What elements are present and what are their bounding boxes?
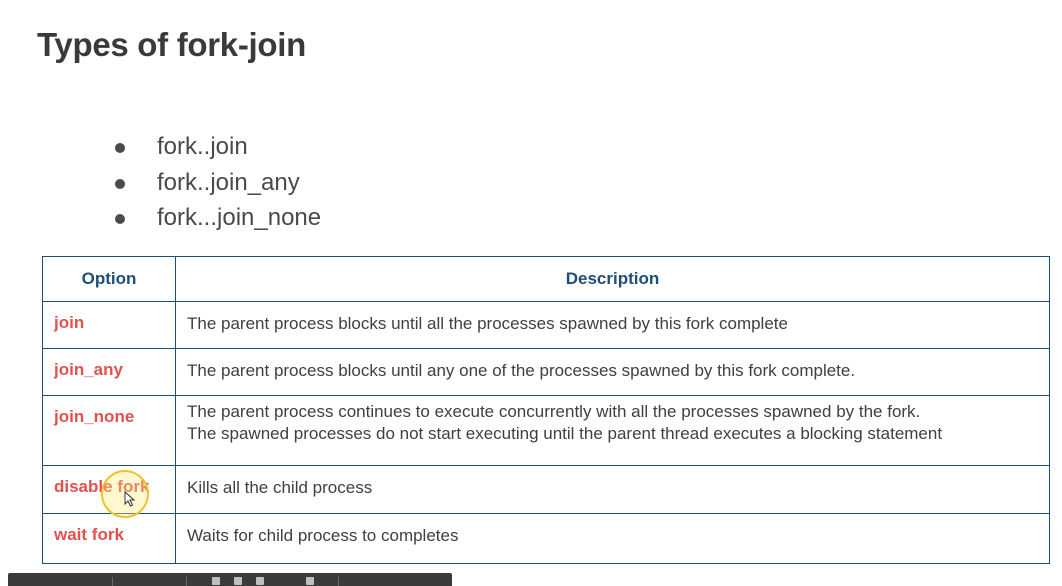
bullet-dot-icon bbox=[115, 214, 125, 224]
toolbar-icon[interactable] bbox=[234, 577, 242, 585]
description-line: The parent process blocks until all the … bbox=[187, 314, 788, 333]
description-cell: The parent process continues to execute … bbox=[175, 395, 1050, 466]
toolbar-icon[interactable] bbox=[212, 577, 220, 585]
toolbar-icon[interactable] bbox=[306, 577, 314, 585]
description-cell: The parent process blocks until any one … bbox=[175, 348, 1050, 396]
option-cell: join_none bbox=[42, 395, 176, 466]
table-row: join_any The parent process blocks until… bbox=[42, 348, 1050, 396]
table-header-row: Option Description bbox=[42, 256, 1050, 302]
table-row: join The parent process blocks until all… bbox=[42, 301, 1050, 349]
bullet-item: fork..join bbox=[110, 129, 321, 165]
option-cell: wait fork bbox=[42, 513, 176, 564]
description-line: Waits for child process to completes bbox=[187, 526, 459, 545]
table-row: wait fork Waits for child process to com… bbox=[42, 513, 1050, 564]
description-cell: The parent process blocks until all the … bbox=[175, 301, 1050, 349]
description-line: The parent process continues to execute … bbox=[187, 402, 921, 421]
bullet-item: fork..join_any bbox=[110, 165, 321, 201]
player-toolbar[interactable] bbox=[8, 573, 452, 586]
description-column-header: Description bbox=[175, 256, 1050, 302]
bullet-item: fork...join_none bbox=[110, 200, 321, 236]
table-row: join_none The parent process continues t… bbox=[42, 395, 1050, 466]
mouse-pointer-icon bbox=[124, 491, 136, 507]
option-cell: join_any bbox=[42, 348, 176, 396]
fork-join-options-table: Option Description join The parent proce… bbox=[42, 256, 1050, 564]
toolbar-separator bbox=[112, 577, 113, 586]
slide-title: Types of fork-join bbox=[37, 26, 306, 63]
toolbar-separator bbox=[338, 577, 339, 586]
description-line: The parent process blocks until any one … bbox=[187, 361, 856, 380]
bullet-list: fork..join fork..join_any fork...join_no… bbox=[110, 129, 321, 236]
table-row: disable fork Kills all the child process bbox=[42, 465, 1050, 514]
description-line: Kills all the child process bbox=[187, 478, 373, 497]
option-cell: join bbox=[42, 301, 176, 349]
description-cell: Kills all the child process bbox=[175, 465, 1050, 514]
bullet-dot-icon bbox=[115, 178, 125, 189]
bullet-text: fork..join_any bbox=[157, 168, 300, 196]
bullet-text: fork..join bbox=[157, 133, 248, 160]
toolbar-icon[interactable] bbox=[256, 577, 264, 585]
description-cell: Waits for child process to completes bbox=[175, 513, 1050, 564]
description-line: The spawned processes do not start execu… bbox=[187, 424, 943, 443]
option-column-header: Option bbox=[42, 256, 176, 302]
toolbar-separator bbox=[186, 577, 187, 586]
bullet-text: fork...join_none bbox=[157, 204, 322, 231]
bullet-dot-icon bbox=[115, 143, 125, 153]
